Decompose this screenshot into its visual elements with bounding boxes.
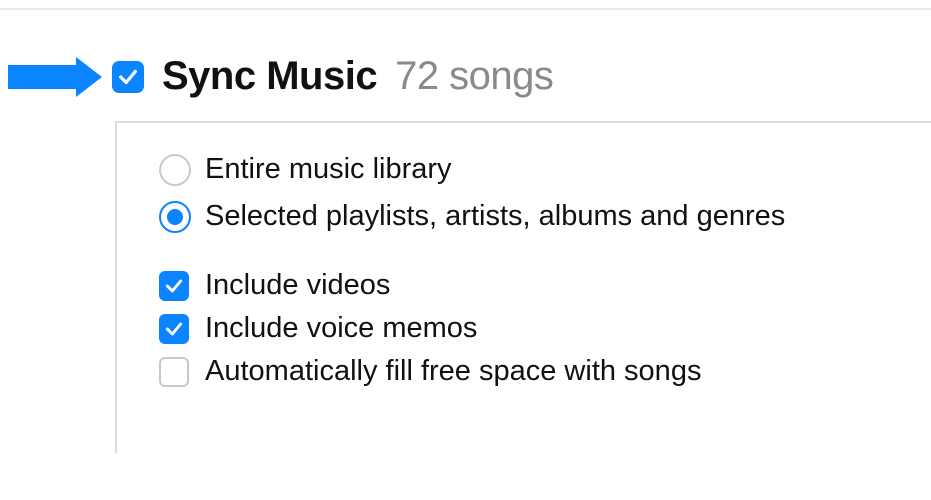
- include-videos-checkbox[interactable]: [159, 271, 189, 301]
- radio-entire-library[interactable]: [159, 154, 191, 186]
- sync-music-title: Sync Music: [162, 54, 377, 99]
- include-voice-memos-label: Include voice memos: [205, 312, 477, 345]
- sync-music-count: 72 songs: [395, 54, 553, 99]
- include-voice-memos-checkbox[interactable]: [159, 314, 189, 344]
- library-scope-radio-group: Entire music library Selected playlists,…: [159, 153, 915, 233]
- radio-entire-library-label: Entire music library: [205, 153, 452, 186]
- radio-selected-items-row[interactable]: Selected playlists, artists, albums and …: [159, 200, 915, 233]
- sync-music-checkbox[interactable]: [112, 61, 144, 93]
- radio-entire-library-row[interactable]: Entire music library: [159, 153, 915, 186]
- divider-top: [0, 8, 931, 10]
- include-videos-row[interactable]: Include videos: [159, 269, 915, 302]
- radio-selected-items[interactable]: [159, 201, 191, 233]
- include-voice-memos-row[interactable]: Include voice memos: [159, 312, 915, 345]
- pointer-arrow-icon: [8, 57, 102, 97]
- auto-fill-label: Automatically fill free space with songs: [205, 355, 701, 388]
- sync-music-header: Sync Music 72 songs: [8, 54, 931, 99]
- sync-music-options-box: Entire music library Selected playlists,…: [115, 121, 931, 453]
- include-options-group: Include videos Include voice memos Autom…: [159, 269, 915, 388]
- checkmark-icon: [164, 276, 184, 296]
- include-videos-label: Include videos: [205, 269, 390, 302]
- sync-music-settings-panel: Sync Music 72 songs Entire music library…: [0, 0, 931, 500]
- checkmark-icon: [117, 66, 139, 88]
- auto-fill-checkbox[interactable]: [159, 357, 189, 387]
- radio-selected-items-label: Selected playlists, artists, albums and …: [205, 200, 785, 233]
- checkmark-icon: [164, 319, 184, 339]
- auto-fill-row[interactable]: Automatically fill free space with songs: [159, 355, 915, 388]
